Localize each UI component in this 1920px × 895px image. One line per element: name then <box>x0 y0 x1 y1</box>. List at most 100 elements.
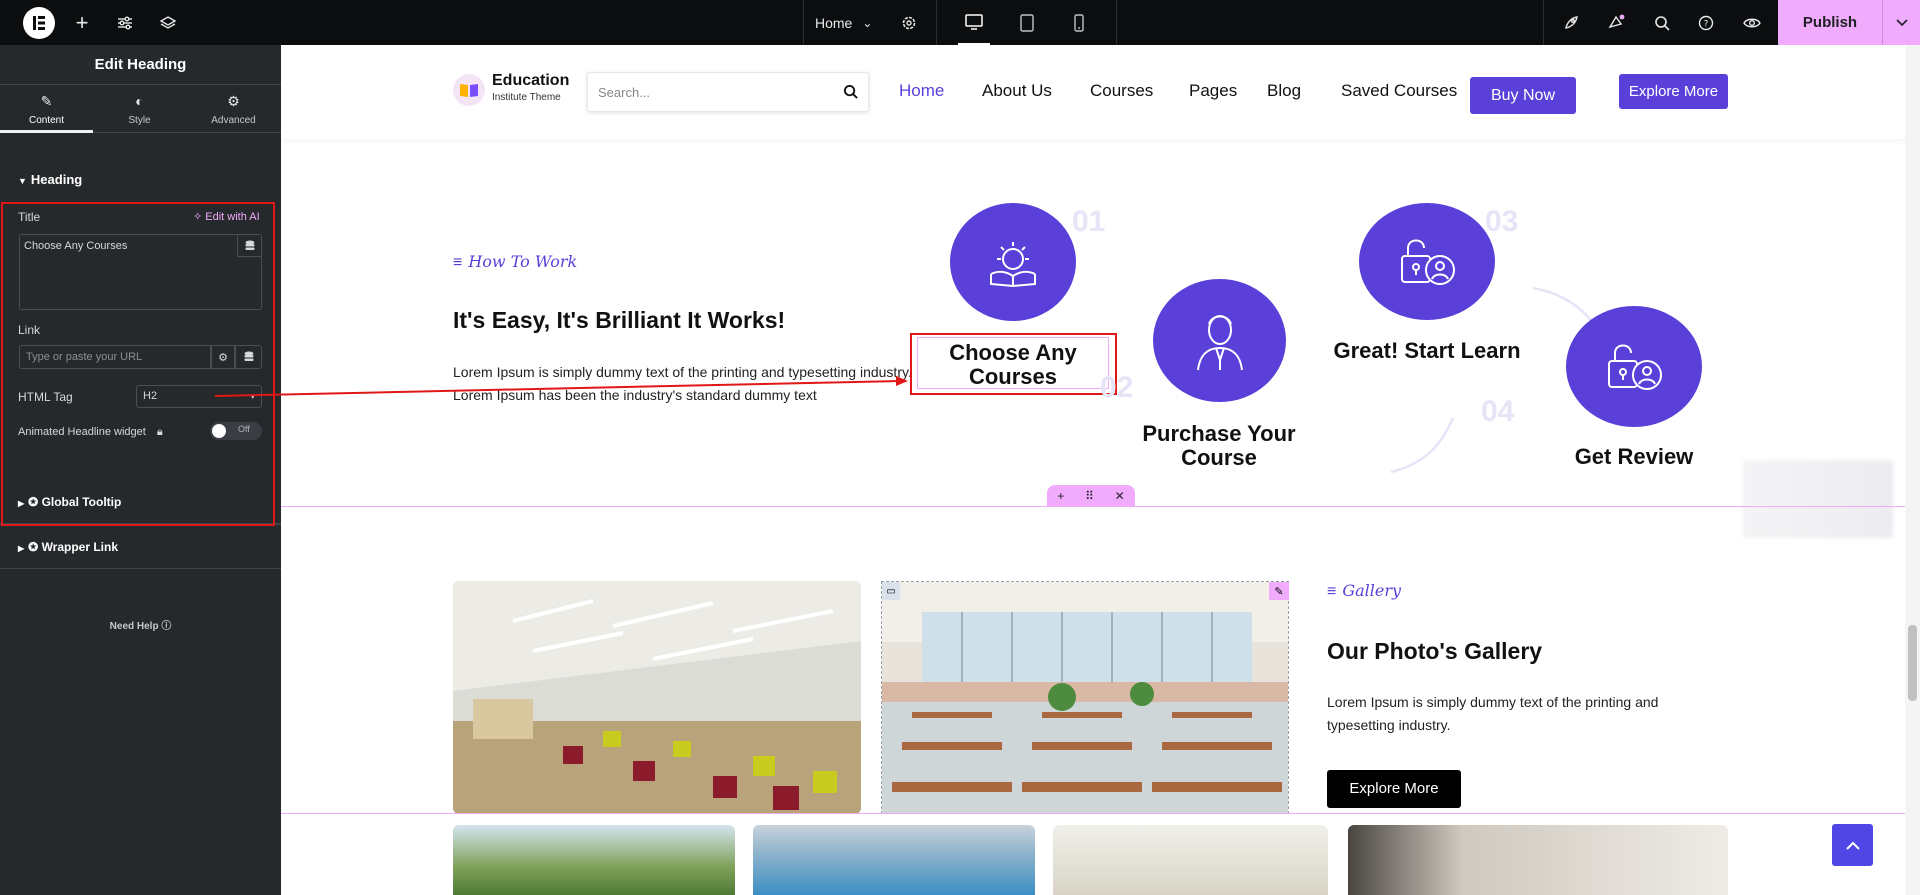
chevron-down-icon[interactable] <box>1882 0 1920 45</box>
tab-style[interactable]: ◐ Style <box>93 85 186 133</box>
image-widget-icon[interactable]: ▭ <box>882 582 900 600</box>
section-heading-toggle[interactable]: ▼ Heading <box>18 172 82 187</box>
classroom-photo <box>453 581 861 814</box>
delete-section-icon[interactable]: ✕ <box>1115 489 1125 503</box>
publish-button[interactable]: Publish <box>1778 0 1920 45</box>
editor-top-bar: + Home ⌄ ? Publish <box>0 0 1920 45</box>
add-element-icon[interactable]: + <box>70 0 94 45</box>
tab-content[interactable]: ✎ Content <box>0 85 93 133</box>
rocket-icon[interactable] <box>1559 0 1583 45</box>
annotation-highlight-box <box>1 202 275 526</box>
nav-blog[interactable]: Blog <box>1267 81 1301 101</box>
section-handle[interactable]: + ⠿ ✕ <box>1047 485 1135 506</box>
notifications-icon[interactable] <box>1605 0 1629 45</box>
gallery-photo-4 <box>753 825 1035 895</box>
preview-canvas: Education Institute Theme Search... Home… <box>281 45 1920 895</box>
canvas-scrollbar[interactable] <box>1905 45 1920 895</box>
step-3-circle <box>1359 203 1495 320</box>
publish-label: Publish <box>1802 14 1858 31</box>
scroll-to-top-button[interactable] <box>1832 824 1873 866</box>
step-3-number: 03 <box>1485 205 1519 238</box>
step-4-circle <box>1566 306 1702 427</box>
businessman-icon <box>1196 314 1243 370</box>
books-icon: ≡ <box>453 254 463 271</box>
books-icon: ≡ <box>1327 583 1337 600</box>
help-icon: ⓘ <box>161 621 172 632</box>
step-2-circle <box>1153 279 1286 402</box>
separator <box>936 0 937 45</box>
site-header: Education Institute Theme Search... Home… <box>281 45 1905 139</box>
elementor-logo-icon[interactable] <box>22 0 56 45</box>
site-search-box[interactable]: Search... <box>587 72 869 112</box>
preview-eye-icon[interactable] <box>1740 0 1764 45</box>
step-4-title: Get Review <box>1574 444 1694 469</box>
gallery-photo-2[interactable] <box>881 581 1289 814</box>
svg-text:?: ? <box>1704 19 1709 29</box>
separator <box>1543 0 1544 45</box>
search-input[interactable]: Search... <box>598 85 650 100</box>
section-boundary <box>281 506 1920 507</box>
desktop-view-icon[interactable] <box>958 0 990 45</box>
chevron-up-icon <box>1845 841 1860 850</box>
panel-tabs: ✎ Content ◐ Style ⚙ Advanced <box>0 85 281 133</box>
nav-courses[interactable]: Courses <box>1090 81 1153 101</box>
section-wrapper-link[interactable]: ▶ ✪ Wrapper Link <box>18 540 118 554</box>
gallery-photo-1 <box>453 581 861 814</box>
site-settings-icon[interactable] <box>113 0 137 45</box>
step-1-circle <box>950 203 1076 321</box>
gallery-tag-text: Gallery <box>1342 581 1402 600</box>
logo-book-icon[interactable] <box>453 74 485 106</box>
how-to-work-tag-text: How To Work <box>468 252 578 271</box>
gear-icon: ⚙ <box>227 93 240 109</box>
nav-pages[interactable]: Pages <box>1189 81 1237 101</box>
layers-icon[interactable] <box>156 0 180 45</box>
gallery-body-text: Lorem Ipsum is simply dummy text of the … <box>1327 694 1659 733</box>
step-3-title: Great! Start Learn <box>1333 338 1521 363</box>
search-icon[interactable] <box>1650 0 1674 45</box>
gallery-photo-6 <box>1348 825 1728 895</box>
scrollbar-thumb[interactable] <box>1908 625 1917 701</box>
step-2-title: Purchase Your Course <box>1142 421 1296 470</box>
step-4-number: 04 <box>1481 395 1515 428</box>
need-help-link[interactable]: Need Help ⓘ <box>0 617 281 632</box>
gallery-heading: Our Photo's Gallery <box>1327 638 1543 664</box>
chevron-down-icon: ⌄ <box>862 15 873 30</box>
tab-label: Advanced <box>211 115 256 126</box>
need-help-label: Need Help <box>109 621 159 632</box>
tablet-view-icon[interactable] <box>1011 0 1043 45</box>
panel-title: Edit Heading <box>0 45 281 85</box>
gallery-explore-more-button[interactable]: Explore More <box>1327 770 1461 808</box>
nav-saved-courses[interactable]: Saved Courses <box>1341 81 1457 101</box>
how-body-text: Lorem Ipsum is simply dummy text of the … <box>453 364 912 403</box>
page-select-label: Home <box>815 14 853 31</box>
editor-panel: Edit Heading ✎ Content ◐ Style ⚙ Advance… <box>0 45 281 895</box>
annotation-highlight-box <box>910 333 1117 395</box>
how-to-work-tag: ≡ How To Work <box>453 252 577 272</box>
buy-now-button[interactable]: Buy Now <box>1470 77 1576 114</box>
step-2-number: 02 <box>1100 371 1134 404</box>
add-section-icon[interactable]: + <box>1057 489 1064 503</box>
nav-about-us[interactable]: About Us <box>982 81 1052 101</box>
separator <box>1116 0 1117 45</box>
search-icon[interactable] <box>843 84 858 104</box>
explore-more-header-button[interactable]: Explore More <box>1619 74 1728 109</box>
section-boundary <box>281 813 1920 814</box>
logo-title[interactable]: Education <box>492 72 569 90</box>
gallery-tag: ≡ Gallery <box>1327 581 1401 601</box>
tab-label: Style <box>128 115 151 126</box>
caret-right-icon: ▶ <box>18 544 25 553</box>
tab-advanced[interactable]: ⚙ Advanced <box>186 85 281 133</box>
help-icon[interactable]: ? <box>1694 0 1718 45</box>
edit-widget-pencil-icon[interactable]: ✎ <box>1269 582 1289 600</box>
cafeteria-photo <box>882 582 1288 813</box>
gallery-photo-3 <box>453 825 735 895</box>
half-circle-icon: ◐ <box>135 93 144 109</box>
page-settings-icon[interactable] <box>897 0 921 45</box>
logo-subtitle: Institute Theme <box>492 92 561 103</box>
page-select[interactable]: Home ⌄ <box>815 0 875 45</box>
mobile-view-icon[interactable] <box>1063 0 1095 45</box>
wrapper-link-label: Wrapper Link <box>41 540 119 554</box>
nav-home[interactable]: Home <box>899 81 944 101</box>
drag-handle-icon[interactable]: ⠿ <box>1085 489 1094 503</box>
blurred-element <box>1743 460 1893 538</box>
